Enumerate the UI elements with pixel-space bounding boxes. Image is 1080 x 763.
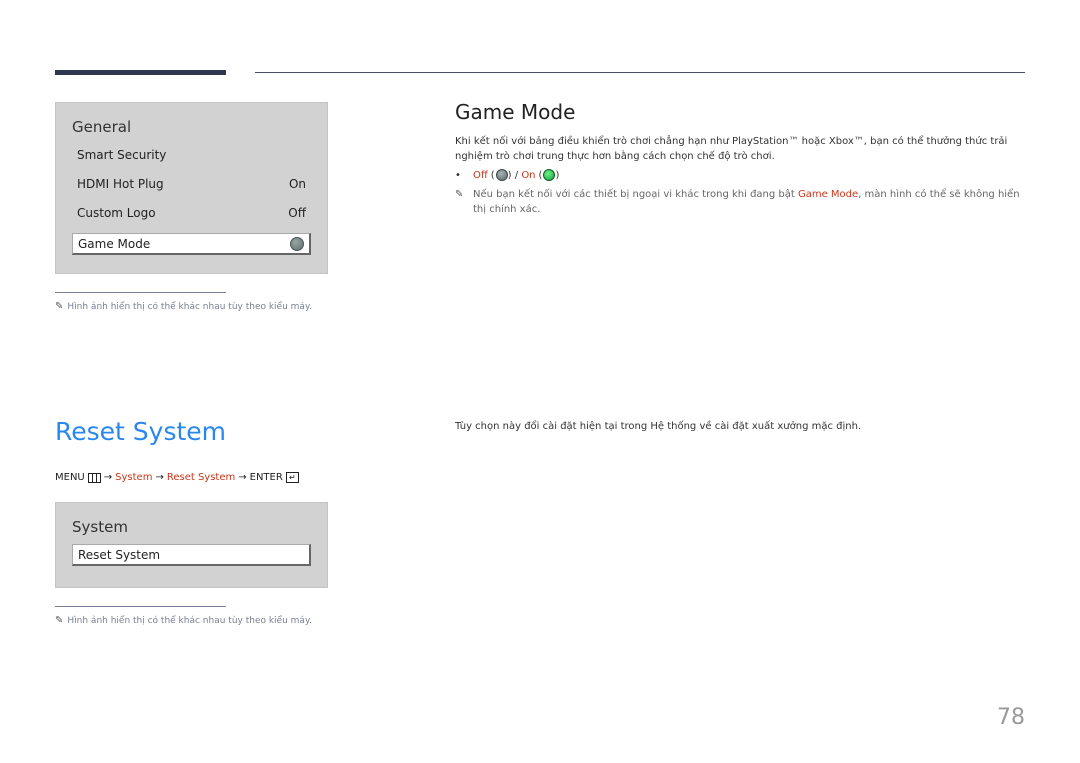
path-step-reset-system: Reset System — [166, 472, 236, 483]
section-heading-reset-system: Reset System — [55, 417, 227, 446]
menu-item-label: HDMI Hot Plug — [77, 177, 164, 191]
bullet-icon: • — [455, 169, 461, 181]
menu-item-label: Reset System — [78, 547, 161, 562]
pencil-icon: ✎ — [455, 189, 464, 200]
menu-icon — [87, 472, 101, 483]
model-note: ✎ Hình ảnh hiển thị có thể khác nhau tùy… — [55, 301, 312, 312]
toggle-off-icon[interactable] — [290, 236, 304, 251]
note-text: Hình ảnh hiển thị có thể khác nhau tùy t… — [67, 301, 312, 312]
header-rule — [255, 72, 1025, 73]
game-mode-note: ✎ Nếu bạn kết nối với các thiết bị ngoại… — [455, 187, 1025, 217]
menu-item-hdmi-hot-plug[interactable]: HDMI Hot Plug On — [72, 173, 311, 195]
model-note: ✎ Hình ảnh hiển thị có thể khác nhau tùy… — [55, 615, 312, 626]
menu-item-reset-system[interactable]: Reset System — [72, 544, 311, 566]
menu-item-game-mode[interactable]: Game Mode — [72, 233, 311, 255]
system-menu-panel: System Reset System — [55, 502, 328, 588]
section-heading-game-mode: Game Mode — [455, 100, 576, 124]
toggle-off-icon — [495, 169, 508, 181]
menu-label: MENU — [55, 472, 85, 483]
path-step-system: System — [115, 472, 153, 483]
general-menu-panel: General Smart Security HDMI Hot Plug On … — [55, 102, 328, 274]
menu-path: MENU → System → Reset System → ENTER ↵ — [55, 472, 299, 483]
panel-title: System — [72, 518, 128, 536]
note-highlight: Game Mode — [797, 189, 859, 200]
menu-item-value: On — [288, 177, 306, 191]
note-divider — [55, 292, 226, 293]
reset-system-description: Tùy chọn này đổi cài đặt hiện tại trong … — [455, 421, 862, 432]
note-text: Hình ảnh hiển thị có thể khác nhau tùy t… — [67, 615, 312, 626]
pencil-icon: ✎ — [55, 301, 64, 312]
game-mode-description: Khi kết nối với bảng điều khiển trò chơi… — [455, 136, 1008, 162]
menu-item-smart-security[interactable]: Smart Security — [72, 144, 311, 166]
menu-item-custom-logo[interactable]: Custom Logo Off — [72, 202, 311, 224]
option-on-label: On — [521, 169, 536, 181]
menu-item-label: Smart Security — [77, 148, 167, 162]
enter-label: ENTER — [249, 472, 283, 483]
arrow-icon: → — [103, 472, 113, 483]
arrow-icon: → — [155, 472, 164, 483]
toggle-on-icon — [543, 169, 556, 181]
page-number: 78 — [997, 705, 1025, 730]
game-mode-options: • Off () / On () — [455, 169, 560, 181]
enter-icon: ↵ — [285, 472, 299, 483]
panel-title: General — [72, 118, 132, 136]
header-bar-accent — [55, 70, 226, 75]
menu-item-value: Off — [288, 206, 306, 220]
note-text-before: Nếu bạn kết nối với các thiết bị ngoại v… — [473, 189, 798, 200]
option-off-label: Off — [473, 169, 488, 181]
note-divider — [55, 606, 226, 607]
arrow-icon: → — [238, 472, 247, 483]
menu-item-label: Custom Logo — [77, 206, 156, 220]
menu-item-label: Game Mode — [78, 236, 151, 251]
pencil-icon: ✎ — [55, 615, 64, 626]
